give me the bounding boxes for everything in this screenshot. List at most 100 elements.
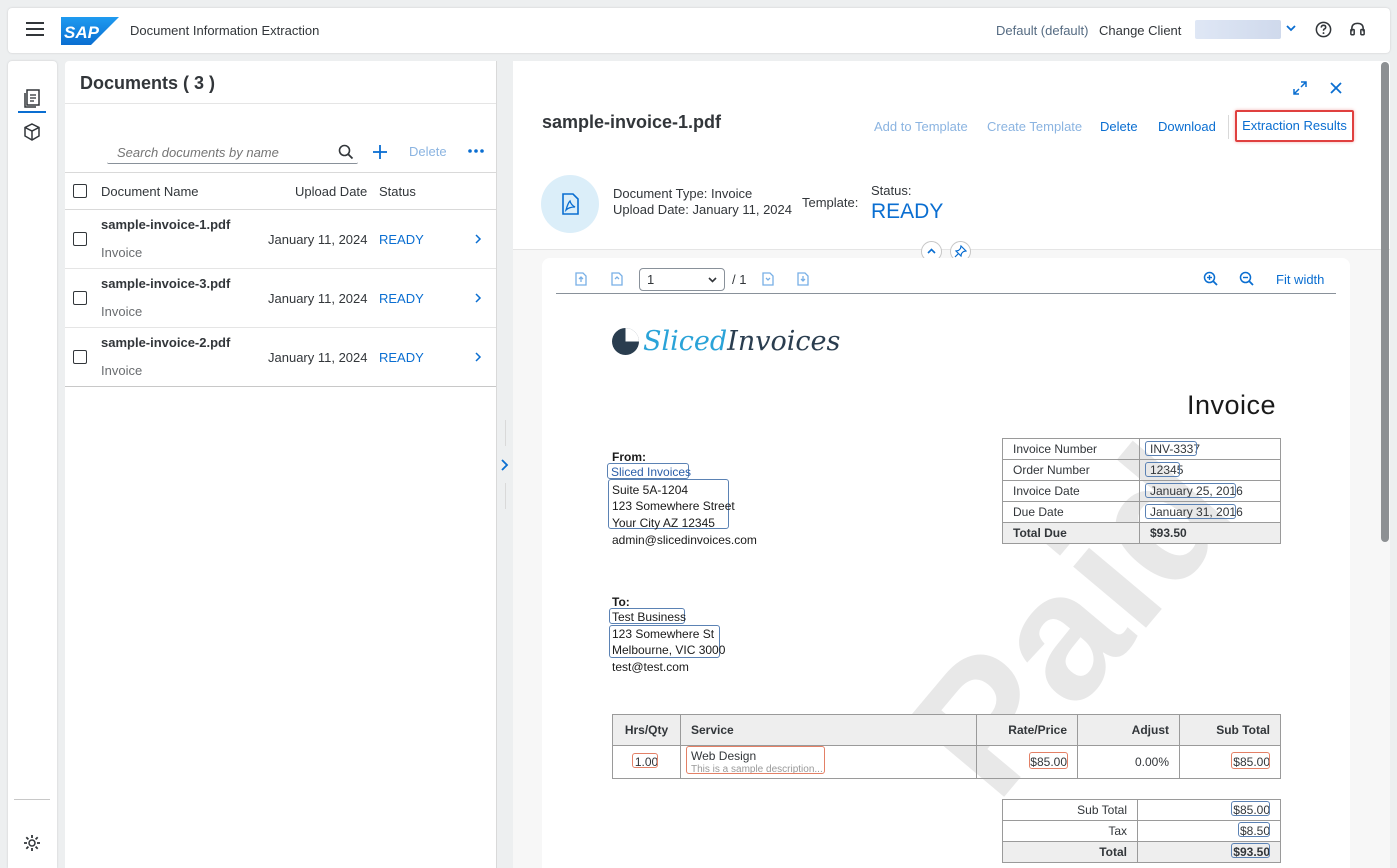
extraction-highlight[interactable] — [1231, 843, 1270, 858]
table-row[interactable]: sample-invoice-1.pdf Invoice January 11,… — [65, 210, 496, 269]
table-row: Invoice Date January 25, 2016 — [1002, 480, 1281, 502]
extraction-highlight[interactable] — [1145, 441, 1197, 456]
table-row: Due Date January 31, 2016 — [1002, 501, 1281, 523]
document-name: sample-invoice-1.pdf — [101, 217, 231, 232]
template-label: Template: — [802, 195, 859, 210]
to-address-line: 123 Somewhere St — [612, 627, 715, 641]
table-header-cell: Hrs/Qty — [612, 714, 681, 746]
extraction-highlight[interactable] — [1238, 822, 1270, 837]
extraction-results-button[interactable]: Extraction Results — [1235, 110, 1354, 142]
column-header-status[interactable]: Status — [379, 184, 416, 199]
delete-button[interactable]: Delete — [409, 144, 447, 159]
more-options-icon[interactable] — [466, 141, 486, 161]
scrollbar[interactable] — [1381, 62, 1389, 542]
create-template-button[interactable]: Create Template — [987, 119, 1082, 134]
extraction-highlight[interactable] — [686, 746, 825, 774]
table-header-cell: Rate/Price — [976, 714, 1078, 746]
table-row: Total Due $93.50 — [1002, 522, 1281, 544]
extraction-highlight[interactable] — [1231, 801, 1270, 816]
last-page-icon[interactable] — [794, 270, 812, 288]
nav-documents-item[interactable] — [18, 85, 46, 113]
search-field[interactable] — [107, 141, 358, 164]
client-select[interactable] — [1195, 20, 1281, 39]
fullscreen-icon[interactable] — [1292, 80, 1308, 96]
table-cell: $93.50 — [1139, 522, 1281, 544]
to-address-line: Melbourne, VIC 3000 — [612, 643, 726, 657]
row-checkbox[interactable] — [73, 291, 87, 305]
upload-date: January 11, 2024 — [268, 291, 368, 306]
extraction-highlight[interactable] — [1145, 462, 1180, 477]
zoom-out-icon[interactable] — [1238, 270, 1256, 288]
table-row: Order Number 12345 — [1002, 459, 1281, 481]
extraction-highlight[interactable] — [1145, 483, 1236, 498]
cube-icon[interactable] — [22, 122, 42, 142]
pin-icon — [954, 245, 967, 258]
chevron-down-icon[interactable] — [1284, 20, 1298, 36]
delete-document-button[interactable]: Delete — [1100, 119, 1138, 134]
add-document-button[interactable] — [371, 141, 389, 163]
table-header: Document Name Upload Date Status — [65, 172, 496, 210]
status-label: Status: — [871, 183, 912, 198]
extraction-highlight[interactable] — [1145, 504, 1236, 519]
divider — [65, 386, 496, 387]
close-icon[interactable] — [1328, 80, 1344, 96]
divider — [65, 103, 496, 104]
sliced-invoices-logo: SlicedInvoices — [643, 326, 841, 357]
viewer-toolbar: 1 / 1 Fit width — [556, 266, 1336, 294]
from-address-line: 123 Somewhere Street — [612, 499, 735, 513]
pdf-icon — [562, 193, 579, 215]
previous-page-icon[interactable] — [608, 270, 626, 288]
to-name: Test Business — [612, 610, 687, 624]
fit-width-button[interactable]: Fit width — [1276, 272, 1324, 287]
search-input[interactable] — [107, 141, 332, 163]
avatar — [541, 175, 599, 233]
documents-panel: Documents ( 3 ) Delete Document Name Upl… — [65, 61, 497, 868]
table-row[interactable]: sample-invoice-2.pdf Invoice January 11,… — [65, 328, 496, 387]
invoice-info-table: Invoice Number INV-3337 Order Number 123… — [1002, 438, 1281, 544]
page-number: 1 — [647, 272, 655, 287]
headset-icon[interactable] — [1348, 20, 1367, 39]
client-label: Default (default) — [996, 23, 1089, 38]
document-name: sample-invoice-2.pdf — [101, 335, 231, 350]
table-cell: Due Date — [1002, 501, 1140, 523]
from-label: From: — [612, 450, 646, 464]
zoom-in-icon[interactable] — [1202, 270, 1220, 288]
extraction-highlight[interactable] — [1231, 752, 1270, 769]
search-icon[interactable] — [338, 144, 354, 160]
table-header-cell: Sub Total — [1179, 714, 1281, 746]
table-cell: Sub Total — [1002, 799, 1138, 821]
chevron-right-icon[interactable] — [473, 292, 483, 304]
chevron-down-icon — [708, 277, 717, 283]
chevron-right-icon[interactable] — [473, 351, 483, 363]
row-checkbox[interactable] — [73, 232, 87, 246]
splitter-bar — [505, 420, 506, 446]
column-header-date[interactable]: Upload Date — [295, 184, 367, 199]
from-address-line: Suite 5A-1204 — [612, 483, 689, 497]
page-select[interactable]: 1 — [639, 268, 725, 291]
extraction-highlight[interactable] — [632, 753, 658, 768]
sliced-invoices-logo-icon — [612, 328, 639, 355]
add-to-template-button[interactable]: Add to Template — [874, 119, 968, 134]
nav-divider — [14, 799, 50, 800]
chevron-right-icon[interactable] — [473, 233, 483, 245]
change-client-label: Change Client — [1099, 23, 1182, 38]
upload-date: January 11, 2024 — [268, 350, 368, 365]
table-row[interactable]: sample-invoice-3.pdf Invoice January 11,… — [65, 269, 496, 328]
first-page-icon[interactable] — [572, 270, 590, 288]
documents-icon — [24, 89, 40, 108]
row-checkbox[interactable] — [73, 350, 87, 364]
help-icon[interactable] — [1314, 20, 1333, 39]
download-button[interactable]: Download — [1158, 119, 1216, 134]
next-page-icon[interactable] — [759, 270, 777, 288]
status-value: READY — [871, 200, 944, 223]
settings-icon[interactable] — [22, 833, 42, 853]
column-header-name[interactable]: Document Name — [101, 184, 199, 199]
table-cell: Order Number — [1002, 459, 1140, 481]
table-cell: Total Due — [1002, 522, 1140, 544]
menu-icon[interactable] — [26, 22, 44, 38]
table-cell: Total — [1002, 841, 1138, 863]
select-all-checkbox[interactable] — [73, 184, 87, 198]
chevron-right-icon[interactable] — [499, 458, 511, 472]
extraction-highlight[interactable] — [1029, 752, 1068, 769]
sap-logo[interactable]: SAP — [61, 17, 119, 45]
